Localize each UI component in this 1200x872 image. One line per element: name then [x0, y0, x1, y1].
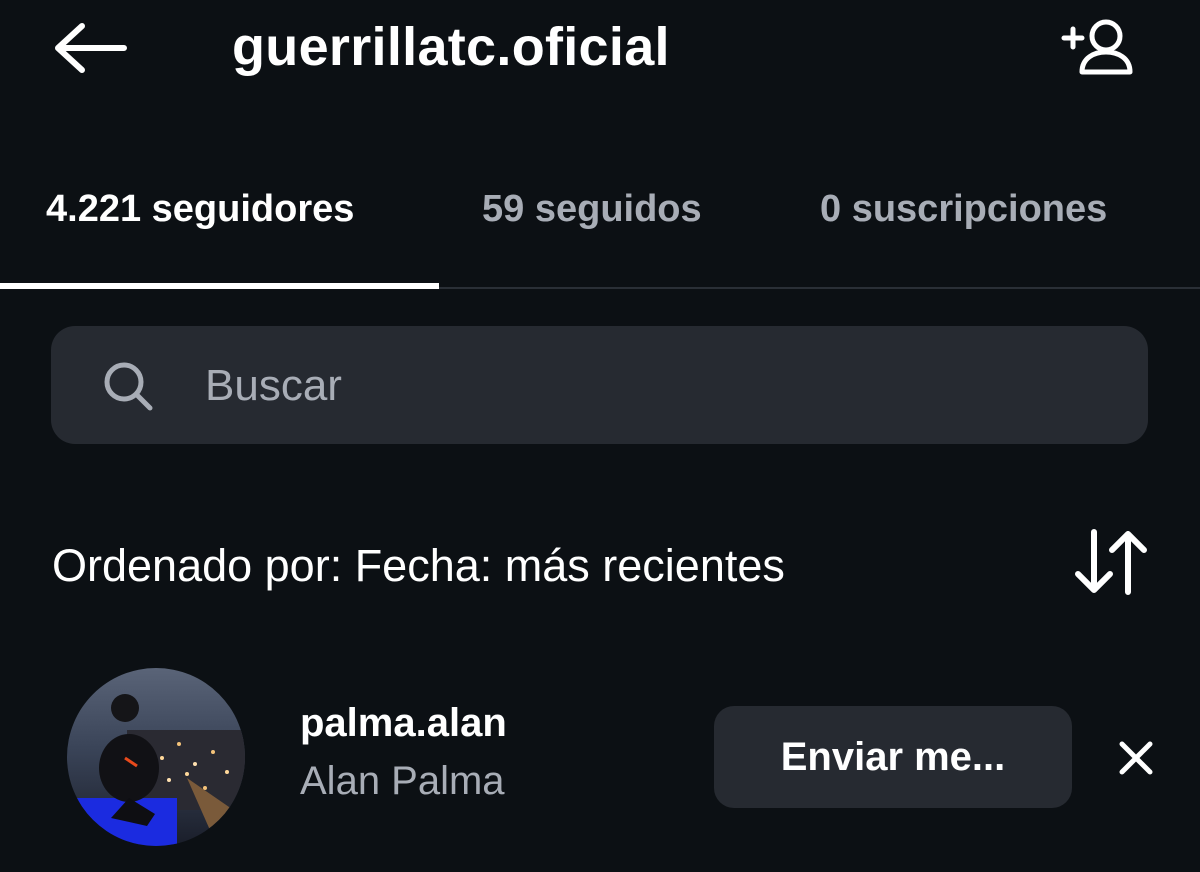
follower-full-name: Alan Palma: [300, 759, 505, 803]
sort-label: Ordenado por: Fecha: más recientes: [52, 540, 785, 591]
follower-username[interactable]: palma.alan: [300, 696, 507, 750]
tab-subscriptions-count: 0: [820, 188, 842, 230]
close-icon: [1119, 741, 1153, 775]
top-bar: guerrillatc.oficial: [0, 0, 1200, 110]
arrow-left-icon: [55, 23, 127, 73]
tab-subscriptions-label: suscripciones: [851, 188, 1108, 230]
tab-following-count: 59: [482, 188, 525, 230]
sort-button[interactable]: [1066, 522, 1154, 602]
tab-followers-label: seguidores: [151, 188, 355, 230]
add-person-icon: [1061, 19, 1133, 75]
remove-follower-button[interactable]: [1112, 734, 1160, 782]
tab-following-label: seguidos: [534, 188, 702, 230]
search-icon: [104, 362, 153, 411]
add-person-button[interactable]: [1056, 14, 1140, 80]
active-tab-indicator: [0, 283, 439, 289]
sort-arrows-icon: [1075, 529, 1147, 595]
search-input[interactable]: [205, 350, 1105, 422]
avatar[interactable]: [67, 668, 245, 846]
back-button[interactable]: [48, 16, 132, 80]
follow-tabs: 4.221 seguidores 59 seguidos 0 suscripci…: [0, 170, 1200, 290]
tab-subscriptions[interactable]: 0 suscripciones: [820, 184, 1107, 234]
avatar-photo: [67, 668, 245, 846]
page-title: guerrillatc.oficial: [232, 17, 670, 77]
send-message-button[interactable]: Enviar me...: [714, 706, 1072, 808]
tab-followers[interactable]: 4.221 seguidores: [46, 184, 354, 234]
tab-followers-count: 4.221: [46, 188, 142, 230]
tab-following[interactable]: 59 seguidos: [482, 184, 702, 234]
